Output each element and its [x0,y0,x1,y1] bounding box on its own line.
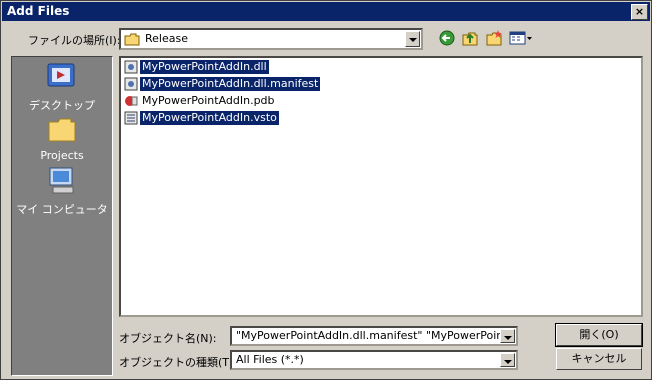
folder-icon [124,33,140,46]
filetype-value: All Files (*.*) [236,353,304,366]
place-projects[interactable]: Projects [12,114,112,162]
new-folder-icon[interactable] [485,29,503,47]
place-label: Projects [40,149,84,162]
file-name: MyPowerPointAddIn.pdb [142,94,275,107]
close-button[interactable]: × [631,4,648,20]
filename-value: "MyPowerPointAddIn.dll.manifest" "MyPowe… [236,329,500,342]
desktop-icon [47,63,75,87]
vsto-icon [124,111,138,125]
file-name: MyPowerPointAddIn.vsto [139,110,280,126]
view-menu-icon[interactable] [509,29,533,47]
dll-icon [124,60,138,74]
file-name: MyPowerPointAddIn.dll [139,59,270,75]
pdb-icon [125,96,138,106]
lookin-combo[interactable]: Release [119,28,423,50]
filetype-label: オブジェクトの種類(T): [119,356,238,369]
filetype-dropdown-button[interactable] [500,353,515,367]
file-name: MyPowerPointAddIn.dll.manifest [138,76,322,92]
lookin-dropdown-button[interactable] [405,31,420,47]
filetype-select[interactable]: All Files (*.*) [230,350,518,370]
file-list[interactable]: MyPowerPointAddIn.dll MyPowerPointAddIn.… [119,56,643,317]
place-label: デスクトップ [29,99,95,112]
up-folder-icon[interactable] [461,29,479,47]
filename-dropdown-button[interactable] [500,329,515,343]
place-my-computer[interactable]: マイ コンピュータ [12,166,112,217]
filename-input[interactable]: "MyPowerPointAddIn.dll.manifest" "MyPowe… [230,326,518,346]
lookin-label: ファイルの場所(I): [28,34,121,47]
open-button[interactable]: 開く(O) [555,323,643,347]
filename-label: オブジェクト名(N): [119,332,217,345]
place-label: マイ コンピュータ [16,203,108,216]
lookin-value: Release [145,32,188,45]
place-desktop[interactable]: デスクトップ [12,62,112,113]
title-bar[interactable]: Add Files × [2,2,650,21]
cancel-button[interactable]: キャンセル [556,348,642,370]
places-bar: デスクトップ Projects マイ コンピュータ [11,56,113,376]
folder-icon [48,118,76,142]
manifest-icon [124,77,138,91]
back-icon[interactable] [438,29,456,47]
add-files-dialog: Add Files × ファイルの場所(I): Release デスクトップ P… [0,0,652,380]
my-computer-icon [49,167,74,194]
dialog-title: Add Files [7,4,70,18]
